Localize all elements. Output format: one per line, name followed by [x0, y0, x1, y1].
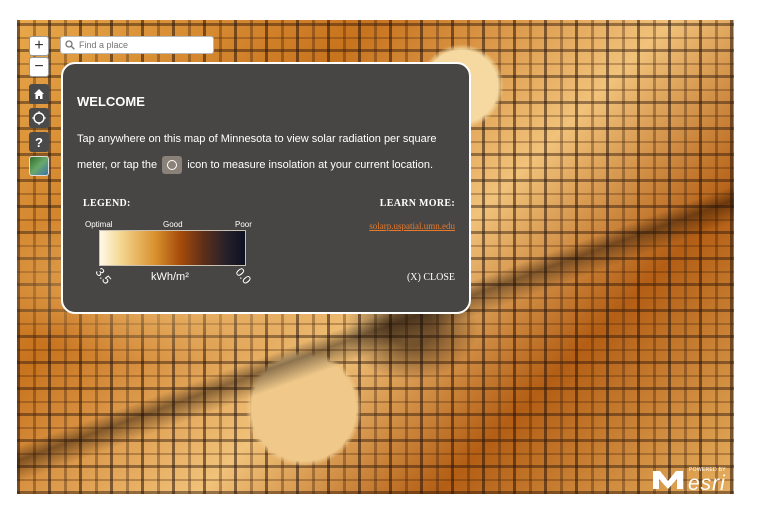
help-label: ?	[35, 134, 43, 150]
legend-label-poor: Poor	[235, 220, 252, 229]
search-input[interactable]	[79, 38, 209, 52]
legend-units: kWh/m²	[151, 271, 189, 283]
zoom-out-button[interactable]: −	[29, 57, 49, 77]
welcome-intro: Tap anywhere on this map of Minnesota to…	[77, 126, 457, 178]
zoom-in-label: +	[34, 37, 44, 54]
welcome-dialog: WELCOME Tap anywhere on this map of Minn…	[61, 62, 471, 314]
legend-title: LEGEND:	[83, 198, 131, 209]
zoom-in-button[interactable]: +	[29, 36, 49, 56]
welcome-title: WELCOME	[77, 94, 145, 109]
legend-label-good: Good	[163, 220, 183, 229]
home-button[interactable]	[29, 84, 49, 104]
learn-more-link[interactable]: solarp.uspatial.umn.edu	[369, 221, 455, 231]
home-icon	[34, 89, 44, 99]
basemap-toggle-button[interactable]	[29, 156, 49, 176]
esri-logo: esri	[688, 472, 726, 495]
legend-max-value: 3.5	[92, 265, 115, 287]
help-button[interactable]: ?	[29, 132, 49, 152]
legend-min-value: 0.0	[232, 265, 255, 287]
locate-inline-icon	[162, 156, 183, 175]
learn-more-title: LEARN MORE:	[379, 198, 455, 209]
search-icon	[65, 40, 75, 50]
locate-button[interactable]	[29, 108, 49, 128]
search-box[interactable]	[60, 36, 214, 54]
locate-icon	[32, 111, 46, 125]
close-button[interactable]: (X) CLOSE	[407, 272, 455, 283]
umn-logo-icon	[653, 471, 683, 489]
zoom-out-label: −	[34, 58, 44, 75]
legend-label-optimal: Optimal	[85, 220, 113, 229]
legend-color-ramp	[99, 230, 246, 266]
intro-text-2: icon to measure insolation at your curre…	[187, 159, 434, 171]
